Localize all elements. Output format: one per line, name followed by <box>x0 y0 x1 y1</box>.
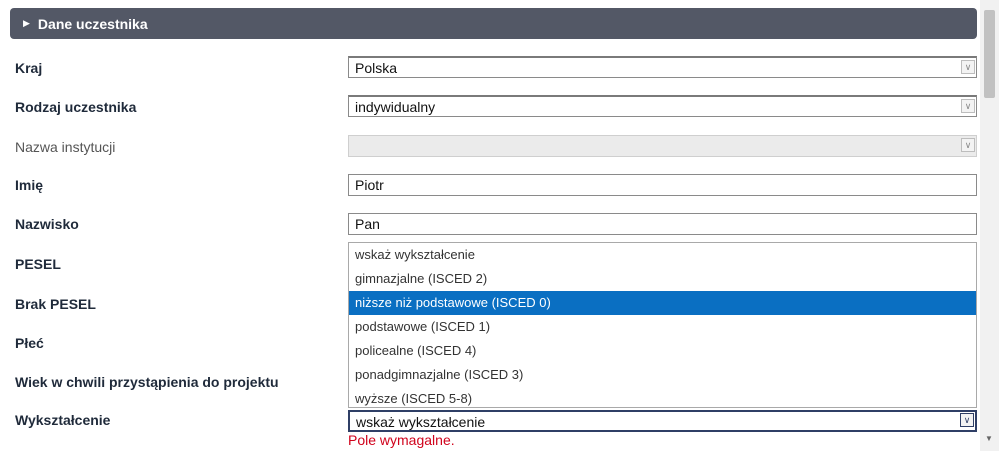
dropdown-option-highlighted[interactable]: niższe niż podstawowe (ISCED 0) <box>349 291 976 315</box>
imie-value: Piotr <box>355 177 384 193</box>
nazwisko-input[interactable]: Pan <box>348 213 977 235</box>
imie-input[interactable]: Piotr <box>348 174 977 196</box>
dropdown-option[interactable]: podstawowe (ISCED 1) <box>349 315 976 339</box>
chevron-down-icon[interactable]: ∨ <box>961 99 975 113</box>
chevron-down-icon: ∨ <box>961 138 975 152</box>
error-message: Pole wymagalne. <box>348 432 455 448</box>
chevron-down-icon[interactable]: ∨ <box>960 413 974 427</box>
rodzaj-select[interactable]: indywidualny ∨ <box>348 95 977 117</box>
section-title: Dane uczestnika <box>37 15 148 32</box>
triangle-right-icon: ▶ <box>23 18 30 28</box>
kraj-label: Kraj <box>15 60 43 76</box>
brak-pesel-label: Brak PESEL <box>15 296 96 312</box>
wyksztalcenie-label: Wykształcenie <box>15 412 111 428</box>
section-header[interactable]: ▶ Dane uczestnika <box>10 8 977 39</box>
rodzaj-label: Rodzaj uczestnika <box>15 99 137 115</box>
nazwisko-value: Pan <box>355 216 380 232</box>
wyksztalcenie-value: wskaż wykształcenie <box>356 414 486 430</box>
instytucja-label: Nazwa instytucji <box>15 139 116 155</box>
chevron-down-icon[interactable]: ∨ <box>961 60 975 74</box>
dropdown-option[interactable]: gimnazjalne (ISCED 2) <box>349 267 976 291</box>
scrollbar-thumb[interactable] <box>984 10 995 98</box>
imie-label: Imię <box>15 177 44 193</box>
wyksztalcenie-dropdown-list[interactable]: wskaż wykształcenie gimnazjalne (ISCED 2… <box>348 242 977 408</box>
plec-label: Płeć <box>15 335 44 351</box>
wiek-label: Wiek w chwili przystąpienia do projektu <box>15 374 279 390</box>
kraj-value: Polska <box>355 60 398 76</box>
wyksztalcenie-select[interactable]: wskaż wykształcenie ∨ <box>348 410 977 432</box>
kraj-select[interactable]: Polska ∨ <box>348 56 977 78</box>
dropdown-option[interactable]: ponadgimnazjalne (ISCED 3) <box>349 363 976 387</box>
page-scrollbar[interactable]: ▼ <box>980 0 999 451</box>
dropdown-option[interactable]: wskaż wykształcenie <box>349 243 976 267</box>
scroll-down-icon[interactable]: ▼ <box>985 434 993 443</box>
dropdown-option[interactable]: wyższe (ISCED 5-8) <box>349 387 976 411</box>
instytucja-select: ∨ <box>348 135 977 157</box>
nazwisko-label: Nazwisko <box>15 216 79 232</box>
pesel-label: PESEL <box>15 256 61 272</box>
rodzaj-value: indywidualny <box>355 99 436 115</box>
dropdown-option[interactable]: policealne (ISCED 4) <box>349 339 976 363</box>
